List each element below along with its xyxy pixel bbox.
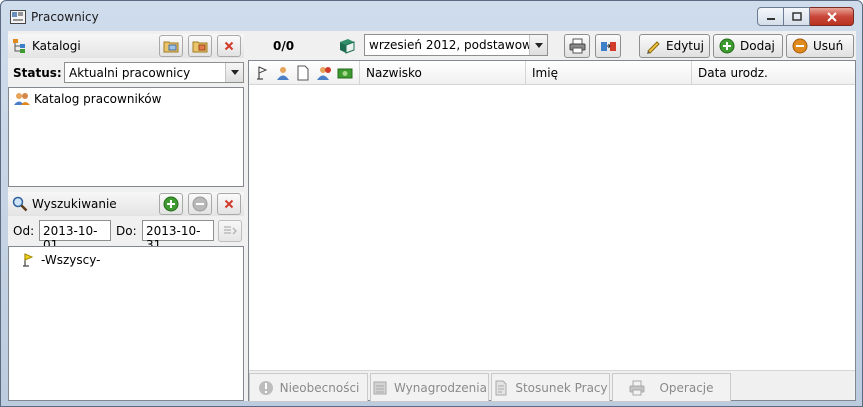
printer-icon	[629, 380, 645, 395]
date-filter-button[interactable]	[218, 220, 242, 242]
to-label: Do:	[116, 224, 137, 238]
from-label: Od:	[13, 224, 35, 238]
book-icon	[340, 39, 355, 54]
operations-button[interactable]: Operacje	[612, 373, 731, 402]
record-counter: 0/0	[273, 39, 295, 53]
add-label: Dodaj	[740, 39, 775, 53]
edit-label: Edytuj	[666, 39, 704, 53]
period-select[interactable]: wrzesień 2012, podstawowy	[364, 34, 548, 56]
search-clear-button[interactable]	[217, 193, 241, 215]
delete-label: Usuń	[813, 39, 844, 53]
search-result-label: -Wszyscy-	[41, 253, 101, 267]
employee-grid: Nazwisko Imię Data urodz. Nieobecności W…	[248, 60, 856, 402]
pencil-icon	[647, 41, 660, 54]
add-icon	[163, 196, 179, 212]
search-add-button[interactable]	[159, 193, 183, 215]
absences-button[interactable]: Nieobecności	[249, 373, 368, 402]
minimize-button[interactable]	[757, 7, 784, 26]
close-button[interactable]	[810, 7, 854, 26]
add-folder-icon	[163, 41, 179, 53]
employees-icon	[14, 93, 30, 105]
search-label: Wyszukiwanie	[32, 197, 117, 211]
status-label: Status:	[13, 66, 62, 80]
maximize-icon	[791, 12, 802, 21]
salaries-label: Wynagrodzenia	[394, 380, 487, 395]
calculator-icon	[373, 381, 387, 394]
document-icon	[495, 380, 507, 395]
person-alert-icon[interactable]	[316, 65, 332, 81]
export-button[interactable]	[595, 34, 621, 58]
client-area: Katalogi Status: Aktualni pracownicy Kat…	[8, 31, 856, 402]
remove-icon	[792, 38, 808, 54]
tree-item-label: Katalog pracowników	[34, 92, 162, 106]
employment-button[interactable]: Stosunek Pracy	[491, 373, 610, 402]
filter-list-icon	[224, 226, 237, 235]
edit-catalog-button[interactable]	[188, 35, 212, 57]
title-bar[interactable]: Pracownicy	[1, 1, 862, 31]
grid-header: Nazwisko Imię Data urodz.	[249, 61, 855, 85]
delete-icon	[224, 199, 234, 209]
transfer-icon	[601, 42, 616, 51]
column-header-surname[interactable]: Nazwisko	[359, 61, 525, 84]
add-icon	[719, 38, 735, 54]
column-header-firstname[interactable]: Imię	[525, 61, 691, 84]
flag-icon[interactable]	[254, 65, 270, 81]
app-icon	[10, 10, 26, 24]
delete-catalog-button[interactable]	[217, 35, 241, 57]
window-title: Pracownicy	[31, 10, 99, 24]
add-catalog-button[interactable]	[159, 35, 183, 57]
search-icon	[12, 196, 28, 212]
chevron-down-icon	[534, 42, 543, 48]
status-select[interactable]: Aktualni pracownicy	[64, 62, 244, 83]
catalogs-label: Katalogi	[32, 39, 81, 53]
remove-icon	[192, 196, 208, 212]
window: Pracownicy Katalogi Status: Aktualni pra…	[0, 0, 863, 407]
employment-label: Stosunek Pracy	[515, 380, 608, 395]
from-date-input[interactable]: 2013-10-01	[39, 220, 111, 252]
search-result-item[interactable]: -Wszyscy-	[21, 252, 100, 268]
tree-item-catalog[interactable]: Katalog pracowników	[13, 91, 161, 107]
to-date-input[interactable]: 2013-10-31	[142, 220, 214, 252]
absences-label: Nieobecności	[279, 380, 360, 395]
delete-icon	[224, 41, 234, 51]
person-icon[interactable]	[275, 65, 291, 81]
period-dropdown-arrow[interactable]	[529, 35, 547, 55]
grid-footer: Nieobecności Wynagrodzenia Stosunek Prac…	[249, 370, 855, 402]
status-value: Aktualni pracownicy	[69, 66, 191, 80]
printer-icon	[569, 38, 586, 54]
delete-button[interactable]: Usuń	[786, 34, 854, 58]
operations-label: Operacje	[659, 380, 714, 395]
column-header-birthdate[interactable]: Data urodz.	[691, 61, 855, 84]
search-results: -Wszyscy-	[8, 246, 244, 401]
add-button[interactable]: Dodaj	[713, 34, 783, 58]
close-icon	[826, 11, 837, 22]
document-icon[interactable]	[295, 65, 311, 81]
catalog-tree: Katalog pracowników	[8, 87, 244, 187]
edit-folder-icon	[192, 41, 208, 53]
money-icon[interactable]	[337, 65, 353, 81]
status-dropdown-arrow[interactable]	[225, 63, 243, 82]
edit-button[interactable]: Edytuj	[639, 34, 710, 58]
minimize-icon	[766, 17, 775, 20]
period-value: wrzesień 2012, podstawowy	[369, 38, 539, 52]
search-remove-button[interactable]	[188, 193, 212, 215]
catalog-tree-icon	[13, 39, 25, 53]
maximize-button[interactable]	[784, 7, 810, 26]
info-icon	[258, 380, 273, 395]
print-button[interactable]	[564, 34, 590, 58]
salaries-button[interactable]: Wynagrodzenia	[370, 373, 489, 402]
flag-icon	[23, 253, 34, 267]
chevron-down-icon	[230, 70, 239, 75]
